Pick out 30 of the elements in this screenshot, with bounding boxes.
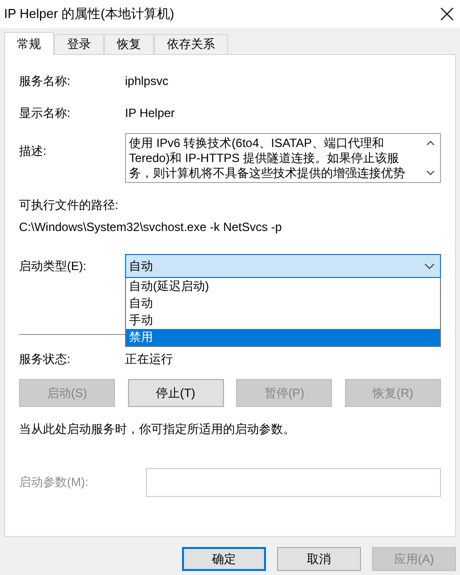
- scroll-up-icon[interactable]: [426, 140, 434, 146]
- hint-text: 当从此处启动服务时，你可指定所适用的启动参数。: [19, 421, 296, 438]
- field-label: 启动类型(E):: [19, 258, 88, 275]
- field-value: IP Helper: [125, 106, 175, 120]
- path-text: C:\Windows\System32\svchost.exe -k NetSvcs -p: [19, 220, 283, 234]
- field-label: 可执行文件的路径:: [19, 197, 120, 214]
- dropdown-option[interactable]: 禁用: [126, 329, 440, 346]
- service-button[interactable]: 停止(T): [128, 379, 224, 407]
- window-title: IP Helper 的属性(本地计算机): [4, 5, 174, 23]
- status-value: 正在运行: [125, 350, 173, 368]
- tab[interactable]: 依存关系: [154, 34, 228, 54]
- field-value: iphlpsvc: [125, 74, 168, 88]
- tab[interactable]: 登录: [54, 34, 104, 54]
- tab[interactable]: 常规: [4, 32, 54, 55]
- tab[interactable]: 恢复: [104, 34, 154, 54]
- field-label: 显示名称:: [19, 104, 72, 122]
- chevron-down-icon: [424, 262, 435, 270]
- dialog-button[interactable]: 确定: [182, 547, 266, 571]
- dropdown-option[interactable]: 自动: [126, 295, 440, 312]
- description-box[interactable]: 使用 IPv6 转换技术(6to4、ISATAP、端口代理和 Teredo)和 IP-HTTPS 提供隧道连接。如果停止该服务，则计算机将不具备这些技术提供的增强连接优势: [125, 133, 441, 183]
- dropdown-option[interactable]: 手动: [126, 312, 440, 329]
- field-label: 启动参数(M):: [19, 474, 90, 490]
- scroll-down-icon[interactable]: [426, 170, 434, 176]
- startup-type-dropdown[interactable]: 自动: [125, 254, 441, 278]
- field-label: 服务名称:: [19, 72, 72, 90]
- dropdown-option[interactable]: 自动(延迟启动): [126, 278, 440, 295]
- close-icon[interactable]: [440, 7, 454, 21]
- dialog-button[interactable]: 取消: [277, 547, 361, 571]
- field-label: 服务状态:: [19, 350, 72, 368]
- field-label: 描述:: [19, 143, 48, 160]
